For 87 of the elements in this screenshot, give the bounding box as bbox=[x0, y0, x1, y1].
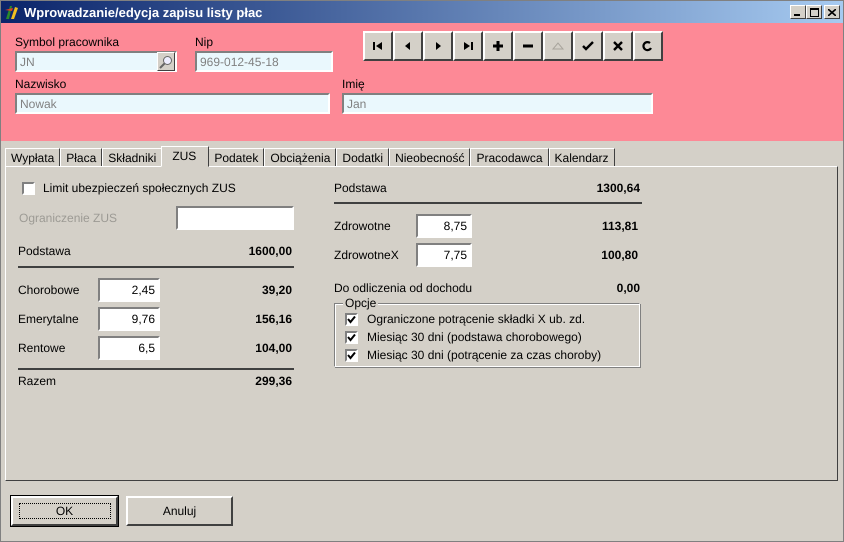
nip-field[interactable]: 969-012-45-18 bbox=[195, 51, 333, 72]
row-label: Razem bbox=[18, 374, 56, 388]
row-label: Zdrowotne bbox=[334, 219, 392, 233]
checkbox-label: Limit ubezpieczeń społecznych ZUS bbox=[43, 181, 236, 195]
prev-button[interactable] bbox=[393, 31, 423, 61]
limit-field[interactable] bbox=[176, 206, 294, 230]
cancel-button[interactable] bbox=[603, 31, 633, 61]
field-label: Nazwisko bbox=[15, 77, 68, 92]
row-label: ZdrowotneX bbox=[334, 248, 400, 262]
tab[interactable]: Nieobecność bbox=[389, 148, 470, 166]
checkbox-label: Miesiąc 30 dni (podstawa chorobowego) bbox=[367, 330, 582, 344]
field-label: Imię bbox=[342, 77, 366, 92]
amount: 113,81 bbox=[602, 219, 638, 233]
surname-field[interactable]: Nowak bbox=[15, 93, 330, 114]
field-value: 7,75 bbox=[444, 248, 467, 262]
skip-start-icon bbox=[371, 39, 385, 53]
check-icon bbox=[581, 39, 595, 53]
checkbox-label: Miesiąc 30 dni (potrącenie za czas choroby) bbox=[367, 348, 602, 362]
row-label: Emerytalne bbox=[18, 312, 80, 326]
tab[interactable]: Podatek bbox=[208, 148, 264, 166]
field-value: 6,5 bbox=[138, 341, 155, 355]
ok-button[interactable]: OK bbox=[11, 496, 118, 526]
field-value: Jan bbox=[347, 96, 366, 110]
amount: 0,00 bbox=[616, 281, 640, 295]
field-value: 2,45 bbox=[132, 283, 155, 297]
amount: 39,20 bbox=[262, 283, 292, 297]
first-name-field[interactable]: Jan bbox=[342, 93, 653, 114]
checkbox[interactable] bbox=[22, 182, 35, 194]
close-icon bbox=[611, 39, 625, 53]
field-value: 8,75 bbox=[444, 219, 467, 233]
tab[interactable]: Pracodawca bbox=[470, 148, 549, 166]
close-button[interactable] bbox=[824, 5, 840, 19]
close-icon bbox=[828, 8, 836, 16]
rate-field[interactable]: 7,75 bbox=[416, 243, 472, 267]
tab[interactable]: ZUS bbox=[161, 146, 210, 167]
add-button[interactable] bbox=[483, 31, 513, 61]
checkbox[interactable] bbox=[345, 312, 358, 326]
amount: 156,16 bbox=[255, 312, 292, 326]
rate-field[interactable]: 2,45 bbox=[98, 278, 160, 302]
symbol-field[interactable]: JN bbox=[15, 51, 177, 72]
checkbox-label: Ograniczone potrącenie składki X ub. zd. bbox=[367, 312, 586, 326]
field-label: Nip bbox=[195, 35, 214, 50]
row-label: Chorobowe bbox=[18, 283, 80, 297]
skip-end-icon bbox=[461, 39, 475, 53]
tab[interactable]: Wypłata bbox=[5, 148, 60, 166]
last-button[interactable] bbox=[453, 31, 483, 61]
tab[interactable]: Kalendarz bbox=[548, 148, 615, 166]
maximize-button[interactable] bbox=[806, 5, 822, 19]
amount: 1600,00 bbox=[248, 244, 292, 258]
window-title: Wprowadzanie/edycja zapisu listy płac bbox=[24, 4, 264, 20]
field-value: 969-012-45-18 bbox=[200, 54, 279, 68]
cancel-button[interactable]: Anuluj bbox=[126, 496, 233, 526]
tab[interactable]: Płaca bbox=[60, 148, 102, 166]
amount: 1300,64 bbox=[596, 181, 640, 195]
maximize-icon bbox=[810, 8, 818, 16]
row-label: Podstawa bbox=[334, 181, 387, 195]
row-label: Podstawa bbox=[18, 244, 71, 258]
minimize-button[interactable] bbox=[790, 5, 806, 19]
refresh-button[interactable] bbox=[633, 31, 663, 61]
rate-field[interactable]: 9,76 bbox=[98, 307, 160, 331]
search-button[interactable] bbox=[157, 52, 175, 71]
rate-field[interactable]: 8,75 bbox=[416, 214, 472, 238]
refresh-icon bbox=[641, 39, 655, 53]
group-title: Opcje bbox=[343, 296, 378, 310]
delete-button[interactable] bbox=[513, 31, 543, 61]
plus-icon bbox=[491, 39, 505, 53]
first-button[interactable] bbox=[363, 31, 393, 61]
checkbox[interactable] bbox=[345, 348, 358, 362]
post-button[interactable] bbox=[573, 31, 603, 61]
field-label: Symbol pracownika bbox=[15, 35, 120, 50]
rate-field[interactable]: 6,5 bbox=[98, 336, 160, 360]
amount: 100,80 bbox=[601, 248, 638, 262]
amount: 104,00 bbox=[255, 341, 292, 355]
row-label: Do odliczenia od dochodu bbox=[334, 281, 472, 295]
tab[interactable]: Obciążenia bbox=[264, 148, 336, 166]
tab[interactable]: Dodatki bbox=[336, 148, 390, 166]
field-value: 9,76 bbox=[132, 312, 155, 326]
app-icon bbox=[4, 4, 20, 20]
amount: 299,36 bbox=[255, 374, 292, 388]
field-label: Ograniczenie ZUS bbox=[19, 211, 118, 225]
next-button[interactable] bbox=[423, 31, 453, 61]
field-value: Nowak bbox=[20, 96, 57, 110]
field-value: JN bbox=[20, 54, 36, 68]
checkbox[interactable] bbox=[345, 330, 358, 344]
tab[interactable]: Składniki bbox=[102, 148, 162, 166]
row-label: Rentowe bbox=[18, 341, 66, 355]
search-icon bbox=[159, 54, 173, 68]
